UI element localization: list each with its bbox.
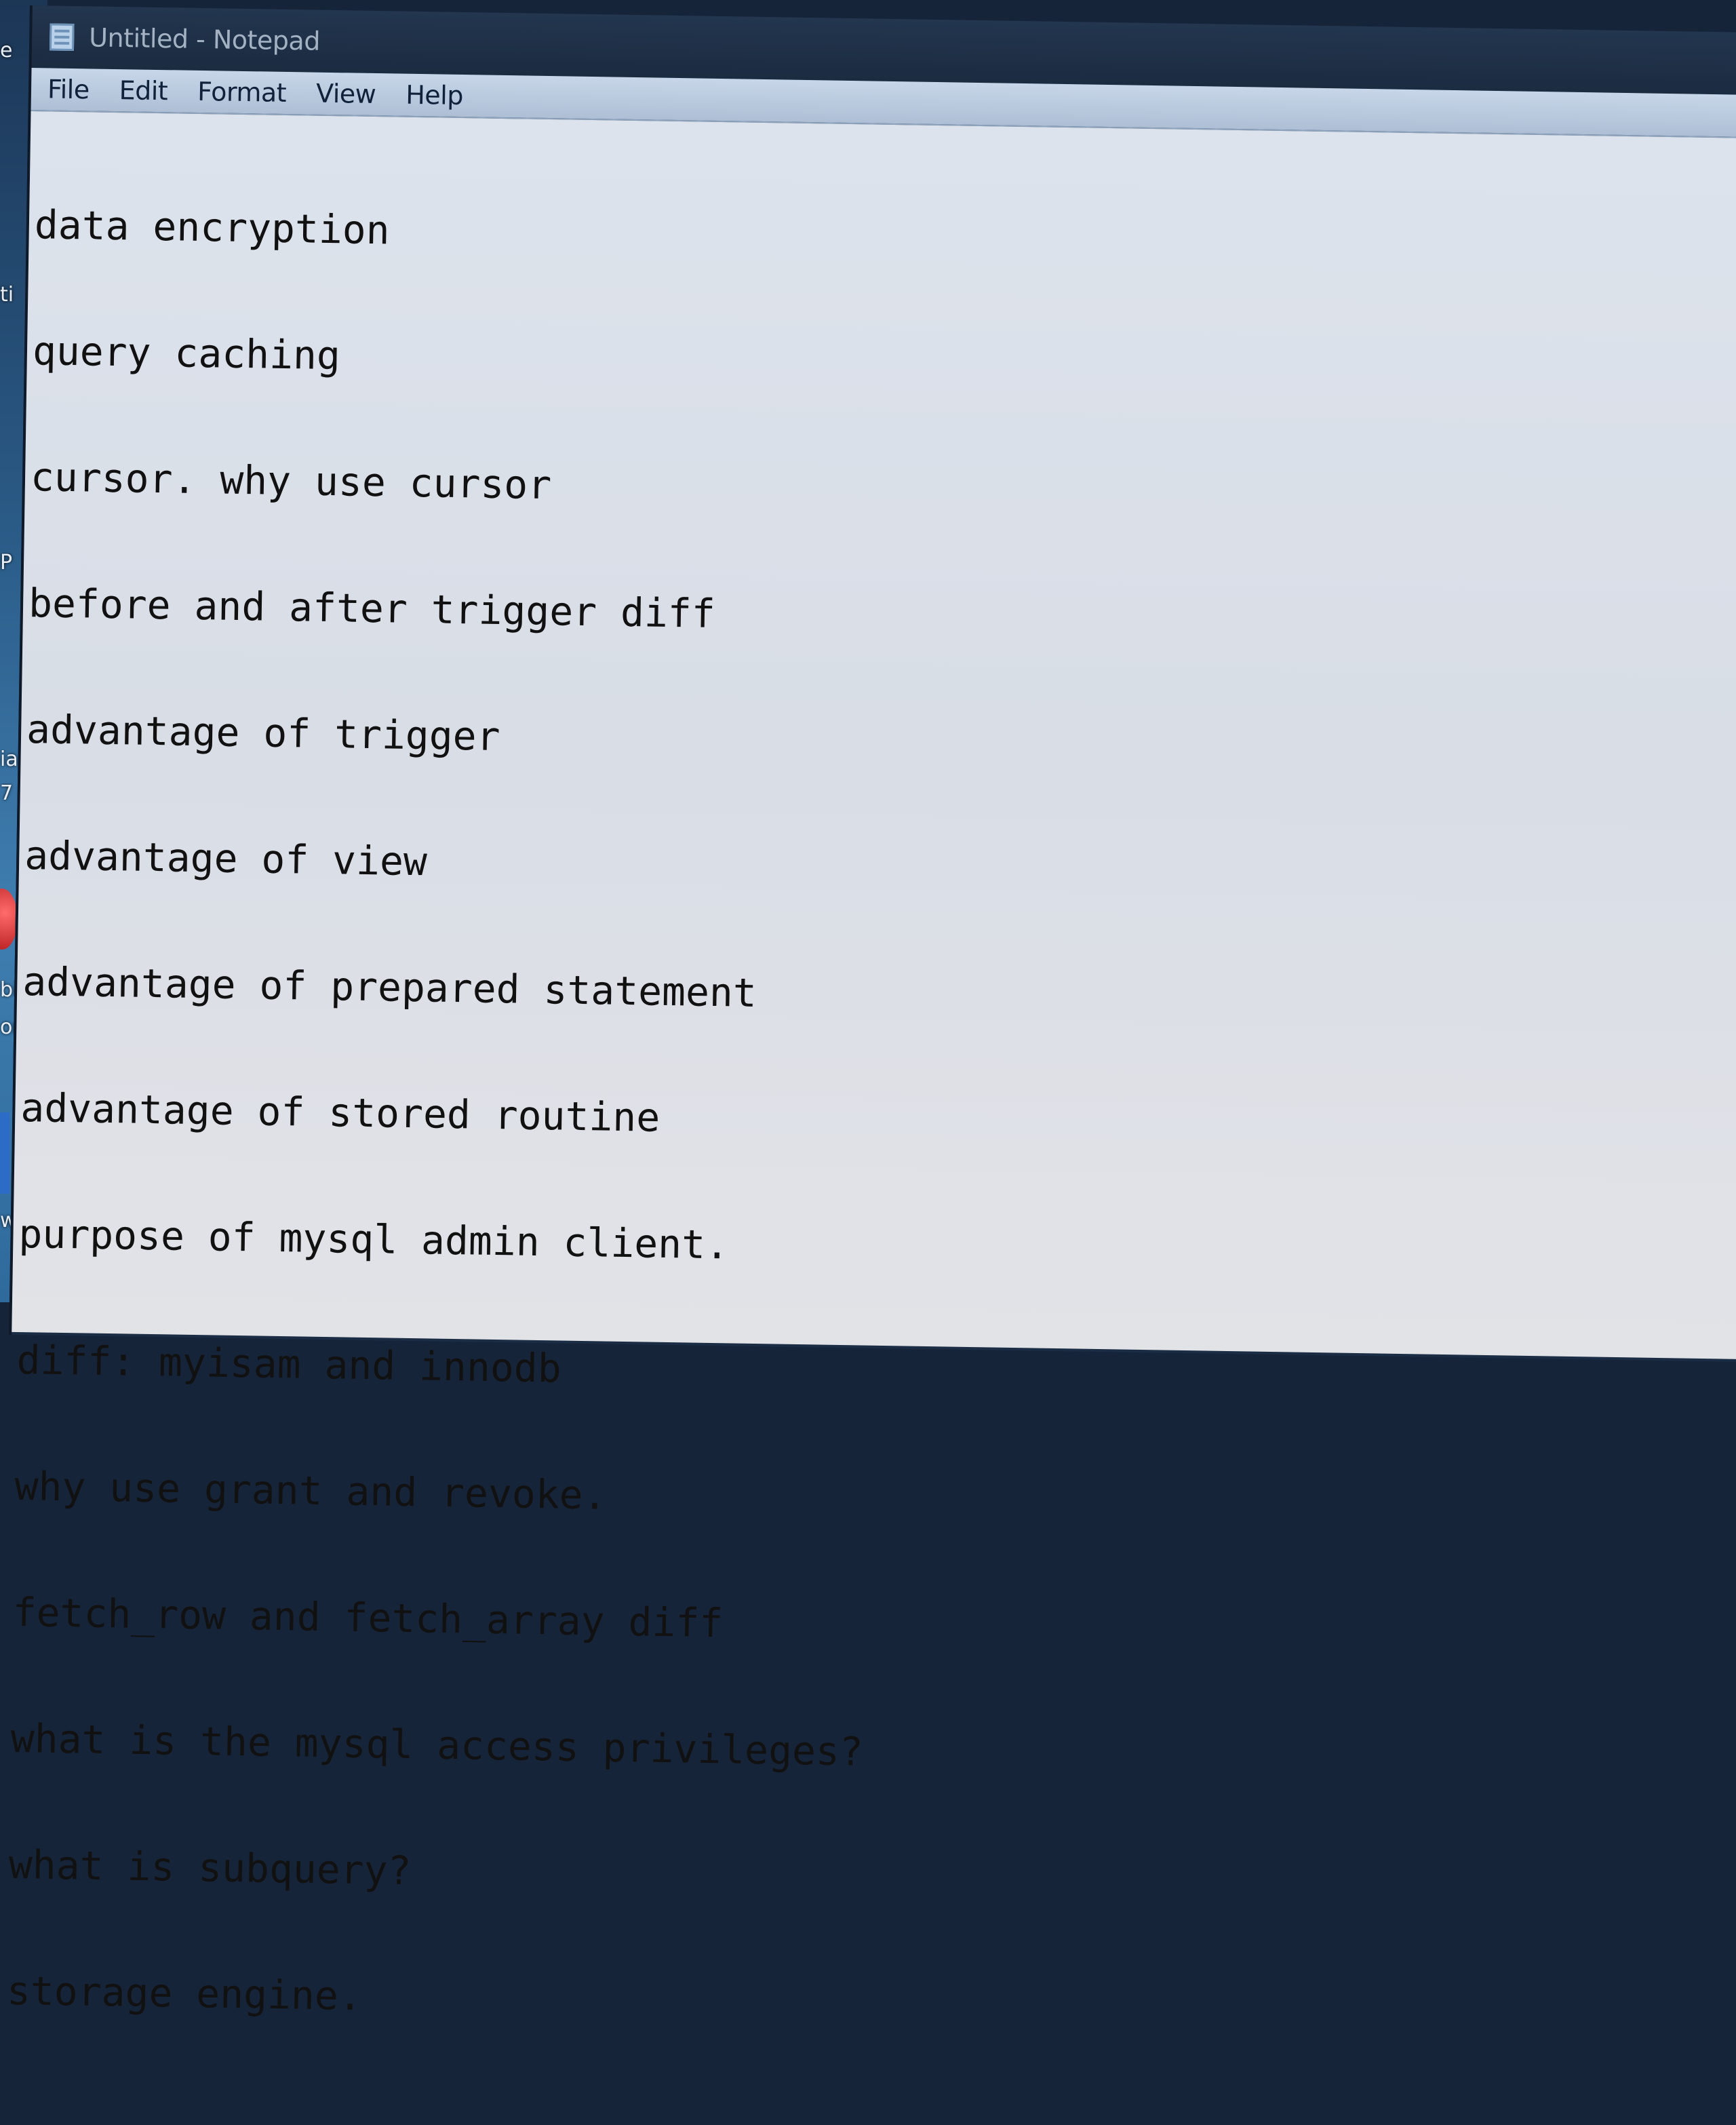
text-line: cursor. why use cursor — [30, 454, 552, 509]
notepad-icon[interactable] — [49, 23, 75, 52]
text-line: advantage of prepared statement — [22, 958, 757, 1017]
text-content[interactable]: data encryption query caching cursor. wh… — [5, 119, 1736, 2123]
text-line: fetch_row and fetch_array diff — [12, 1588, 724, 1647]
text-line: what is the mysql access privileges? — [10, 1715, 864, 1775]
desktop-app-icon[interactable] — [0, 1112, 9, 1194]
text-line: query caching — [32, 328, 341, 379]
window-title: Untitled - Notepad — [88, 22, 321, 56]
menu-view[interactable]: View — [316, 79, 376, 109]
text-line: advantage of view — [24, 832, 428, 885]
text-line: storage engine. — [6, 1967, 363, 2020]
menu-edit[interactable]: Edit — [119, 75, 167, 106]
menu-file[interactable]: File — [47, 74, 90, 104]
text-line: purpose of mysql admin client. — [18, 1210, 730, 1268]
text-line: data encryption — [34, 201, 391, 254]
text-line: what is subquery? — [8, 1841, 412, 1894]
text-line: advantage of trigger — [26, 706, 501, 760]
text-line: diff: myisam and innodb — [16, 1336, 562, 1392]
menu-help[interactable]: Help — [406, 80, 463, 111]
text-line: why use grant and revoke. — [14, 1462, 608, 1519]
menu-format[interactable]: Format — [197, 77, 287, 108]
text-line: before and after trigger diff — [28, 580, 716, 637]
text-line: advantage of stored routine — [20, 1084, 660, 1141]
text-editor[interactable]: data encryption query caching cursor. wh… — [6, 111, 1736, 2019]
notepad-window: Untitled - Notepad File Edit Format View… — [6, 5, 1736, 2019]
